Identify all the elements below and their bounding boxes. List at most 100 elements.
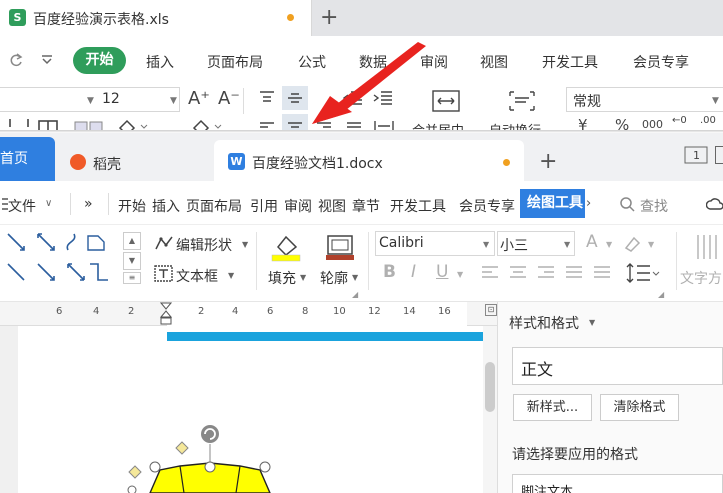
current-style-value: 正文 [521,360,554,379]
chevron-down-icon[interactable]: ▼ [352,273,358,282]
new-tab-button[interactable]: + [539,150,557,174]
increase-decimal-icon[interactable]: ←0 [672,115,687,126]
daoke-tab-label[interactable]: 稻壳 [93,154,121,174]
merge-center-icon[interactable] [432,90,460,112]
search-icon[interactable] [619,196,635,212]
chevron-down-icon[interactable]: ▼ [483,240,489,249]
docx-tab-title[interactable]: 百度经验文档1.docx [252,153,383,173]
quick-access-dropdown-icon[interactable] [40,54,54,66]
unsaved-dot-icon [503,159,510,166]
new-tab-button[interactable]: + [320,6,338,30]
styles-panel-title[interactable]: 样式和格式 [509,313,579,333]
outline-label[interactable]: 轮廓 [320,268,348,288]
number-format-value: 常规 [573,94,601,110]
ruler-label: 16 [438,306,451,317]
paragraph-align-icons[interactable] [480,265,620,281]
header-accent-bar [167,332,483,341]
new-style-button[interactable]: 新样式... [513,394,592,421]
writer-menu-references[interactable]: 引用 [250,196,278,216]
chevron-down-icon[interactable]: ▼ [87,96,94,106]
ruler-label: 2 [198,306,205,317]
excel-menu-member[interactable]: 会员专享 [633,52,689,72]
window-count-icon[interactable]: 1 [684,146,708,164]
excel-menu-developer[interactable]: 开发工具 [542,52,598,72]
chevron-down-icon[interactable]: ∨ [45,198,52,209]
wrap-text-icon[interactable] [508,90,536,112]
font-name-value: Calibri [379,235,424,251]
text-box-icon[interactable] [154,265,174,283]
ribbon-divider [256,232,257,290]
text-direction-label[interactable]: 文字方 [680,268,722,288]
excel-menu-page-layout[interactable]: 页面布局 [207,52,263,72]
search-label[interactable]: 查找 [640,196,668,216]
drawing-tools-tab[interactable]: 绘图工具 [520,189,585,218]
writer-menu-developer[interactable]: 开发工具 [390,196,446,216]
font-color-a-icon[interactable]: A [586,232,598,252]
excel-menu-view[interactable]: 视图 [480,52,508,72]
writer-menu-review[interactable]: 审阅 [284,196,312,216]
more-menu-icon[interactable]: » [84,196,93,212]
chevron-down-icon[interactable]: ▼ [170,96,177,106]
chevron-down-icon[interactable]: ▼ [228,271,234,280]
chevron-down-icon[interactable]: ▼ [589,318,595,327]
text-direction-icon[interactable] [694,233,723,263]
text-box-label[interactable]: 文本框 [176,266,218,286]
chevron-down-icon[interactable]: ▼ [564,240,570,249]
gallery-up-icon[interactable]: ▲ [123,232,141,250]
redo-icon[interactable] [8,52,24,68]
chevron-down-icon[interactable]: ▼ [457,270,463,279]
decrease-font-icon[interactable]: A⁻ [218,88,240,109]
fill-bucket-icon[interactable] [270,233,302,263]
increase-font-icon[interactable]: A⁺ [188,88,210,109]
decrease-decimal-icon[interactable]: .00 [700,115,716,126]
excel-menu-insert[interactable]: 插入 [146,52,174,72]
ruler-toggle-icon[interactable]: ⊡ [485,304,497,316]
highlight-icon[interactable] [622,234,644,252]
ruler-label: 4 [93,306,100,317]
home-tab[interactable]: 首页 [0,137,55,181]
writer-menu-member[interactable]: 会员专享 [459,196,515,216]
chevron-down-icon[interactable]: ▼ [712,96,719,106]
writer-menu-section[interactable]: 章节 [352,196,380,216]
italic-icon[interactable]: I [411,262,416,282]
indent-marker-icon[interactable] [160,302,172,326]
chevron-down-icon[interactable]: ▼ [300,273,306,282]
chevron-right-icon[interactable]: › [586,196,591,211]
selected-yellow-shape[interactable] [120,420,300,493]
writer-menu-start[interactable]: 开始 [118,196,146,216]
edit-shape-icon[interactable] [154,235,174,251]
align-top-icon[interactable] [258,90,276,106]
ruler-label: 8 [302,306,309,317]
edit-shape-label[interactable]: 编辑形状 [176,235,232,255]
ruler-label: 2 [128,306,135,317]
underline-icon[interactable]: U [436,262,448,282]
dialog-launcher-icon[interactable]: ◢ [658,290,664,299]
ruler-label: 10 [333,306,346,317]
scrollbar-thumb[interactable] [485,362,495,412]
window-restore-icon[interactable] [715,146,723,164]
menu-divider [70,193,71,215]
chevron-down-icon[interactable]: ▼ [242,240,248,249]
writer-menu-view[interactable]: 视图 [318,196,346,216]
dialog-launcher-icon[interactable]: ◢ [352,290,358,299]
excel-tab-title[interactable]: 百度经验演示表格.xls [33,9,169,29]
outline-icon[interactable] [324,233,356,263]
line-spacing-icon[interactable] [626,262,660,284]
chevron-down-icon[interactable]: ▼ [606,240,612,249]
writer-menu-page-layout[interactable]: 页面布局 [186,196,242,216]
writer-menu-insert[interactable]: 插入 [152,196,180,216]
cloud-icon[interactable] [706,196,723,212]
file-menu[interactable]: 文件 [8,196,36,216]
fill-label[interactable]: 填充 [268,268,296,288]
gallery-down-icon[interactable]: ▼ [123,252,141,270]
style-list-item[interactable]: 脚注文本 [521,481,573,493]
line-shape-gallery[interactable] [6,232,118,284]
ruler-label: 6 [267,306,274,317]
chevron-down-icon[interactable]: ▼ [648,240,654,249]
excel-font-size-value: 12 [102,91,120,107]
clear-format-button[interactable]: 清除格式 [600,394,679,421]
bold-icon[interactable]: B [383,262,396,282]
writer-app-icon: W [228,153,245,170]
excel-menu-start[interactable]: 开始 [73,47,126,74]
gallery-expand-icon[interactable]: ≡ [123,272,141,284]
